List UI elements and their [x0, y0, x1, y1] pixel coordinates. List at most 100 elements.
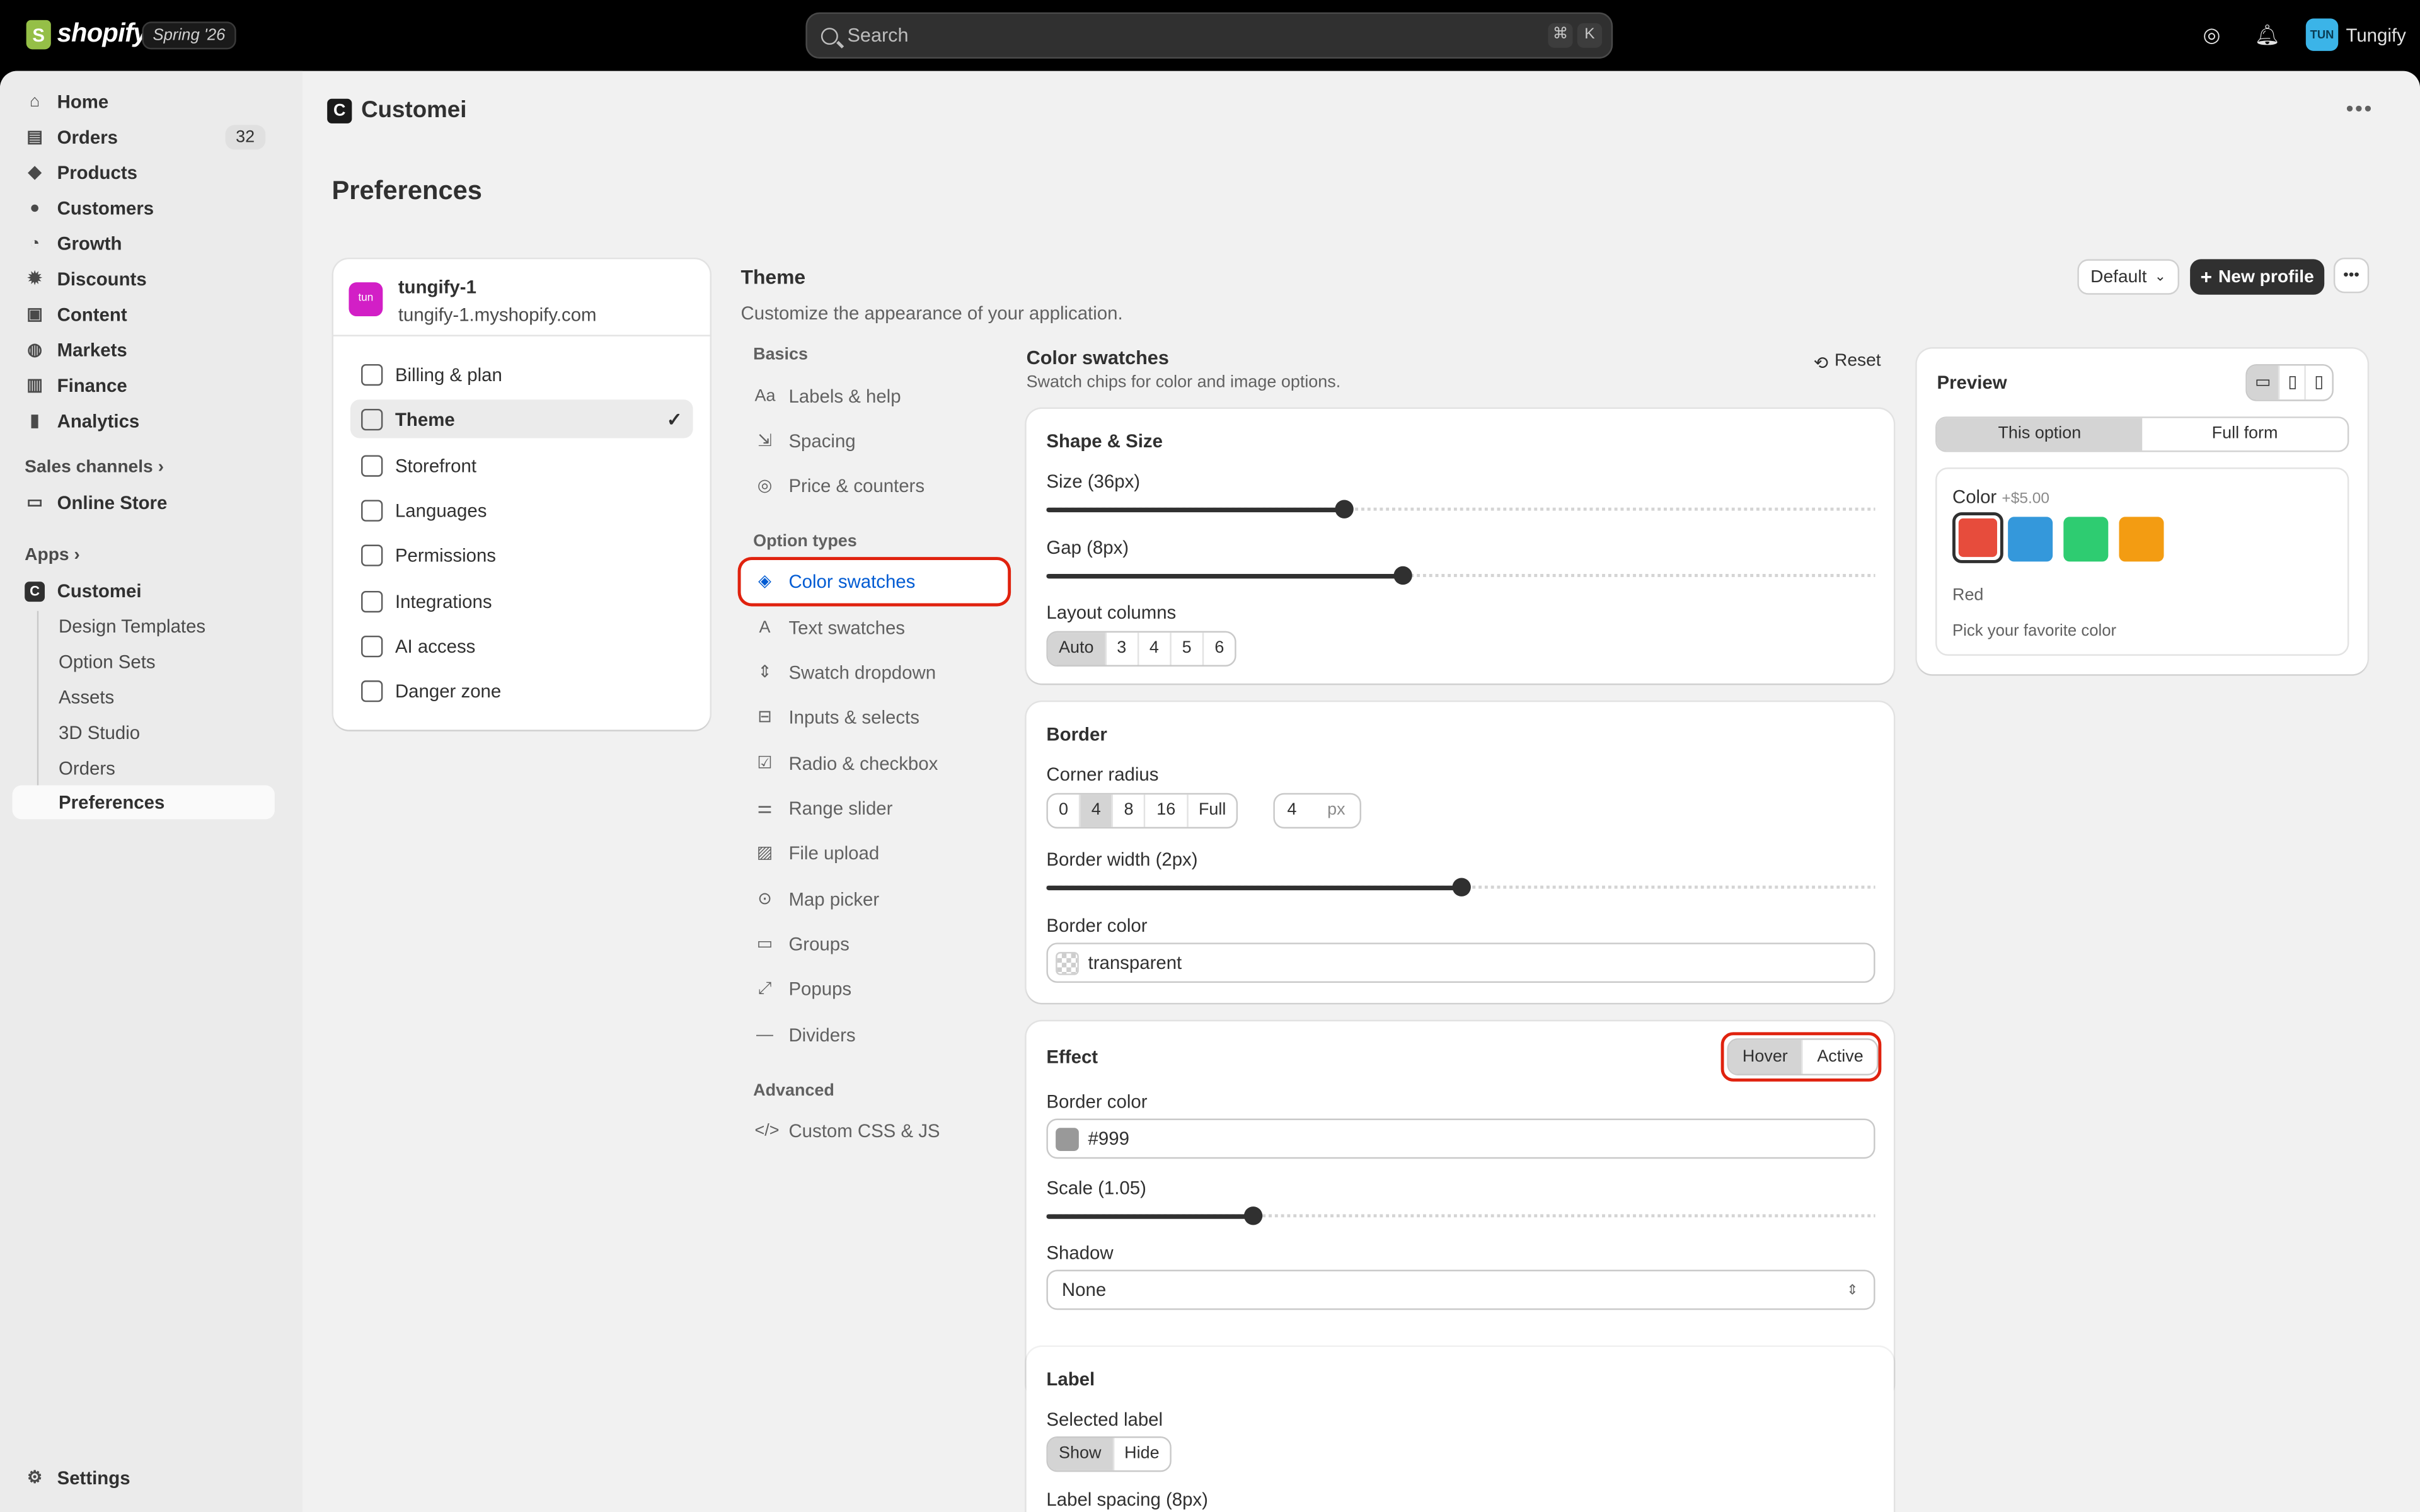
sidebar-item-finance[interactable]: ▥ Finance — [13, 369, 275, 403]
sidebar-item-products[interactable]: ◆ Products — [13, 156, 275, 190]
nav-radio-checkbox[interactable]: ☑ Radio & checkbox — [741, 742, 1008, 786]
columns-auto[interactable]: Auto — [1047, 633, 1107, 665]
sidebar-item-app-orders[interactable]: Orders — [13, 752, 275, 786]
swatch-orange[interactable] — [2119, 517, 2164, 562]
slider-handle[interactable] — [1244, 1206, 1263, 1225]
slider-handle[interactable] — [1451, 878, 1470, 896]
sidebar-item-design-templates[interactable]: Design Templates — [13, 609, 275, 643]
nav-popups[interactable]: ⤢ Popups — [741, 968, 1008, 1011]
profile-select[interactable]: Default ⌄ — [2077, 259, 2179, 295]
tab-hover[interactable]: Hover — [1728, 1040, 1804, 1074]
sidebar-item-orders[interactable]: ▤ Orders 32 — [13, 120, 275, 154]
sidebar-item-home[interactable]: ⌂ Home — [13, 85, 275, 119]
sidebar-item-preferences[interactable]: Preferences — [12, 785, 275, 820]
label-hide[interactable]: Hide — [1114, 1438, 1170, 1470]
scale-slider[interactable] — [1046, 1205, 1876, 1227]
sidebar-item-option-sets[interactable]: Option Sets — [13, 645, 275, 679]
tablet-icon[interactable]: ▯ — [2280, 365, 2307, 400]
sidebar-item-online-store[interactable]: ▭ Online Store — [13, 486, 275, 520]
sidebar-item-settings[interactable]: ⚙ Settings — [13, 1461, 275, 1495]
effect-border-color-input[interactable]: #999 — [1046, 1118, 1876, 1159]
radius-0[interactable]: 0 — [1048, 794, 1081, 827]
nav-label: File upload — [788, 842, 880, 864]
more-actions-icon[interactable]: ••• — [2346, 96, 2373, 120]
sidebar-item-discounts[interactable]: ✹ Discounts — [13, 262, 275, 296]
sidebar-item-customers[interactable]: ● Customers — [13, 192, 275, 226]
radius-4[interactable]: 4 — [1080, 794, 1114, 827]
menu-item-theme[interactable]: Theme ✓ — [350, 399, 693, 438]
menu-item-storefront[interactable]: Storefront — [350, 446, 693, 484]
nav-swatch-dropdown[interactable]: ⇕ Swatch dropdown — [741, 651, 1008, 694]
nav-dividers[interactable]: — Dividers — [741, 1014, 1008, 1057]
nav-price-counters[interactable]: ◎ Price & counters — [741, 464, 1008, 508]
bell-icon[interactable]: 🔔︎ — [2254, 21, 2281, 49]
sidebar-item-label: Content — [57, 304, 127, 326]
border-color-label: Border color — [1046, 915, 1148, 937]
sidekick-icon[interactable]: ◎ — [2198, 21, 2225, 49]
sidebar-item-analytics[interactable]: ▮ Analytics — [13, 404, 275, 438]
preview-title: Preview — [1937, 372, 2007, 394]
tab-full-form[interactable]: Full form — [2142, 418, 2348, 450]
radius-input[interactable]: 4 px — [1273, 793, 1362, 829]
sidebar-item-3d-studio[interactable]: 3D Studio — [13, 716, 275, 750]
nav-groups[interactable]: ▭ Groups — [741, 923, 1008, 966]
border-color-input[interactable]: transparent — [1046, 942, 1876, 983]
slider-handle[interactable] — [1393, 566, 1412, 585]
menu-item-billing[interactable]: Billing & plan — [350, 355, 693, 393]
nav-labels-help[interactable]: Aa Labels & help — [741, 375, 1008, 418]
avatar[interactable]: TUN — [2305, 18, 2339, 51]
search-placeholder: Search — [847, 25, 909, 47]
columns-5[interactable]: 5 — [1172, 633, 1204, 665]
border-width-slider[interactable] — [1046, 876, 1876, 898]
nav-spacing[interactable]: ⇲ Spacing — [741, 420, 1008, 463]
mobile-icon[interactable]: ▯ — [2307, 365, 2331, 399]
size-slider[interactable] — [1046, 498, 1876, 520]
shopify-logo[interactable]: shopify — [26, 18, 147, 49]
nav-map-picker[interactable]: ⊙ Map picker — [741, 878, 1008, 921]
radius-value[interactable]: 4 — [1275, 794, 1318, 827]
shadow-select[interactable]: None ⇕ — [1046, 1269, 1876, 1310]
search-bar[interactable]: Search ⌘ K — [805, 12, 1613, 59]
labels-icon: Aa — [754, 386, 776, 405]
sidebar-item-content[interactable]: ▣ Content — [13, 298, 275, 332]
sales-channels-heading[interactable]: Sales channels › — [25, 458, 164, 476]
radius-full[interactable]: Full — [1188, 794, 1237, 827]
nav-color-swatches[interactable]: ◈ Color swatches — [740, 559, 1008, 604]
slider-handle[interactable] — [1335, 500, 1354, 518]
columns-4[interactable]: 4 — [1139, 633, 1172, 665]
swatch-green[interactable] — [2063, 517, 2109, 562]
nav-range-slider[interactable]: ⚌ Range slider — [741, 787, 1008, 830]
swatch-red[interactable] — [1952, 512, 2003, 563]
radius-8[interactable]: 8 — [1113, 794, 1146, 827]
theme-more-button[interactable]: ••• — [2333, 257, 2370, 294]
label-show[interactable]: Show — [1047, 1438, 1114, 1470]
search-icon — [821, 26, 838, 44]
border-width-label: Border width (2px) — [1046, 848, 1198, 871]
user-name[interactable]: Tungify — [2346, 25, 2406, 46]
menu-item-languages[interactable]: Languages — [350, 491, 693, 529]
apps-heading[interactable]: Apps › — [25, 546, 80, 564]
nav-text-swatches[interactable]: A Text swatches — [741, 606, 1008, 650]
reset-button[interactable]: ⟲ Reset — [1814, 352, 1881, 373]
gap-slider[interactable] — [1046, 564, 1876, 586]
sidebar-item-markets[interactable]: ◍ Markets — [13, 333, 275, 367]
columns-3[interactable]: 3 — [1106, 633, 1139, 665]
nav-custom-css-js[interactable]: </> Custom CSS & JS — [741, 1109, 1008, 1153]
nav-file-upload[interactable]: ▨ File upload — [741, 832, 1008, 875]
menu-item-danger-zone[interactable]: Danger zone — [350, 671, 693, 709]
sidebar-item-growth[interactable]: ◔ Growth — [13, 227, 275, 261]
sidebar-item-customei[interactable]: C Customei — [13, 574, 275, 608]
menu-item-permissions[interactable]: Permissions — [350, 536, 693, 574]
radius-16[interactable]: 16 — [1146, 794, 1188, 827]
tab-active[interactable]: Active — [1803, 1040, 1877, 1074]
desktop-icon[interactable]: ▭ — [2247, 365, 2281, 400]
tab-this-option[interactable]: This option — [1937, 418, 2143, 451]
nav-inputs-selects[interactable]: ⊟ Inputs & selects — [741, 696, 1008, 739]
sidebar-item-assets[interactable]: Assets — [13, 680, 275, 714]
columns-6[interactable]: 6 — [1204, 633, 1235, 665]
menu-item-ai-access[interactable]: AI access — [350, 626, 693, 665]
new-profile-button[interactable]: + New profile — [2190, 259, 2325, 295]
menu-item-integrations[interactable]: Integrations — [350, 581, 693, 620]
swatch-blue[interactable] — [2008, 517, 2053, 562]
paint-bucket-icon: ◈ — [758, 571, 771, 590]
